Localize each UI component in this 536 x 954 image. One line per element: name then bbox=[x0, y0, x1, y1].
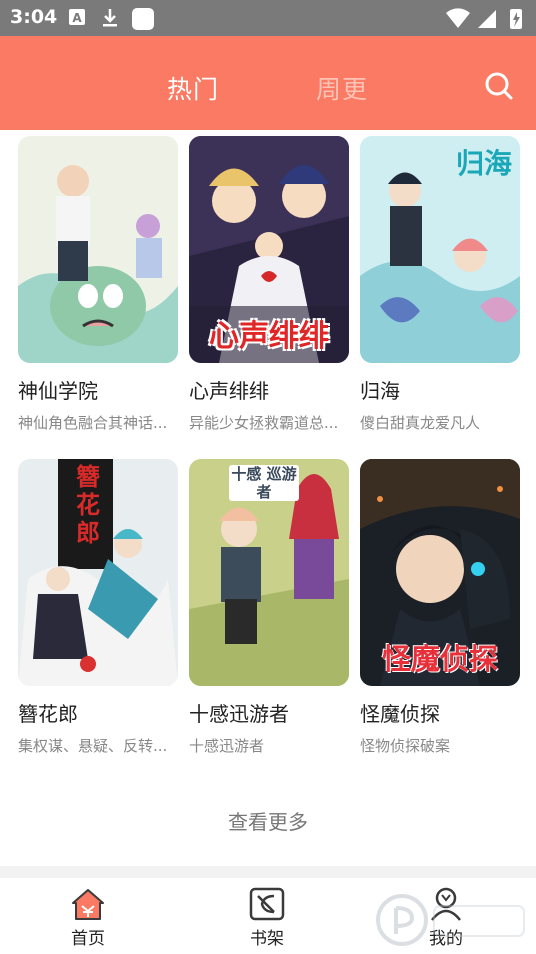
comic-title[interactable]: 簪花郎 bbox=[18, 698, 178, 727]
status-right-icons bbox=[446, 8, 522, 29]
download-icon bbox=[103, 9, 117, 27]
watermark-logo bbox=[376, 894, 525, 946]
status-time: 3:04 bbox=[10, 6, 58, 28]
cover-title-text: 归海 bbox=[455, 147, 512, 180]
comic-desc: 傻白甜真龙爱凡人 bbox=[360, 414, 481, 432]
comic-title[interactable]: 心声绯绯 bbox=[189, 375, 349, 404]
see-more-button[interactable]: 查看更多 bbox=[0, 806, 536, 835]
bookshelf-icon bbox=[249, 887, 285, 921]
nav-label: 首页 bbox=[71, 929, 105, 949]
comic-card[interactable]: 怪魔侦探 怪魔侦探 怪物侦探破案 bbox=[360, 459, 520, 756]
comic-title[interactable]: 怪魔侦探 bbox=[360, 698, 520, 727]
comic-card[interactable]: 心声绯绯 心声绯绯 异能少女拯救霸道总... bbox=[189, 136, 349, 433]
cover-title-text: 心声绯绯 bbox=[209, 319, 329, 354]
cover-title-text: 十感 巡游者 bbox=[229, 465, 299, 501]
comic-card[interactable]: 归海 归海 傻白甜真龙爱凡人 bbox=[360, 136, 520, 433]
svg-text:A: A bbox=[72, 11, 82, 25]
nav-item-home[interactable]: 首页 bbox=[38, 878, 138, 949]
cover-title-text: 怪魔侦探 bbox=[381, 642, 498, 676]
comic-title[interactable]: 神仙学院 bbox=[18, 375, 178, 404]
app-notification-icon bbox=[132, 8, 154, 30]
comic-title[interactable]: 十感迅游者 bbox=[189, 698, 349, 727]
comic-desc: 神仙角色融合其神话... bbox=[18, 414, 168, 432]
signal-icon bbox=[478, 10, 496, 28]
comic-desc: 怪物侦探破案 bbox=[360, 737, 451, 755]
section-divider bbox=[0, 866, 536, 878]
status-bar: 3:04 A bbox=[0, 0, 536, 36]
comic-cover[interactable] bbox=[18, 136, 178, 363]
cover-art-shenxian bbox=[18, 136, 178, 363]
top-header: 热门 周更 bbox=[0, 36, 536, 130]
comic-card[interactable]: 神仙学院 神仙角色融合其神话... bbox=[18, 136, 178, 433]
comic-title[interactable]: 归海 bbox=[360, 375, 520, 404]
comic-cover[interactable]: 怪魔侦探 bbox=[360, 459, 520, 686]
comic-cover[interactable]: 十感 巡游者 bbox=[189, 459, 349, 686]
cover-title-text: 簪花郎 bbox=[76, 463, 100, 547]
keyboard-notification-icon: A bbox=[69, 9, 85, 25]
nav-item-bookshelf[interactable]: 书架 bbox=[217, 878, 317, 949]
tab-weekly[interactable]: 周更 bbox=[316, 70, 368, 106]
comic-desc: 集权谋、悬疑、反转... bbox=[18, 737, 168, 755]
home-icon bbox=[72, 889, 104, 920]
comic-card[interactable]: 十感 巡游者 十感迅游者 十感迅游者 bbox=[189, 459, 349, 756]
nav-label: 书架 bbox=[250, 929, 284, 949]
comic-cover[interactable]: 心声绯绯 bbox=[189, 136, 349, 363]
comic-cover[interactable]: 归海 bbox=[360, 136, 520, 363]
tab-hot[interactable]: 热门 bbox=[167, 70, 219, 106]
comic-card[interactable]: 簪花郎 簪花郎 集权谋、悬疑、反转... bbox=[18, 459, 178, 756]
search-icon[interactable] bbox=[484, 71, 514, 101]
comic-desc: 异能少女拯救霸道总... bbox=[189, 414, 339, 432]
wifi-icon bbox=[446, 8, 470, 28]
comic-cover[interactable]: 簪花郎 bbox=[18, 459, 178, 686]
comic-desc: 十感迅游者 bbox=[189, 737, 265, 755]
